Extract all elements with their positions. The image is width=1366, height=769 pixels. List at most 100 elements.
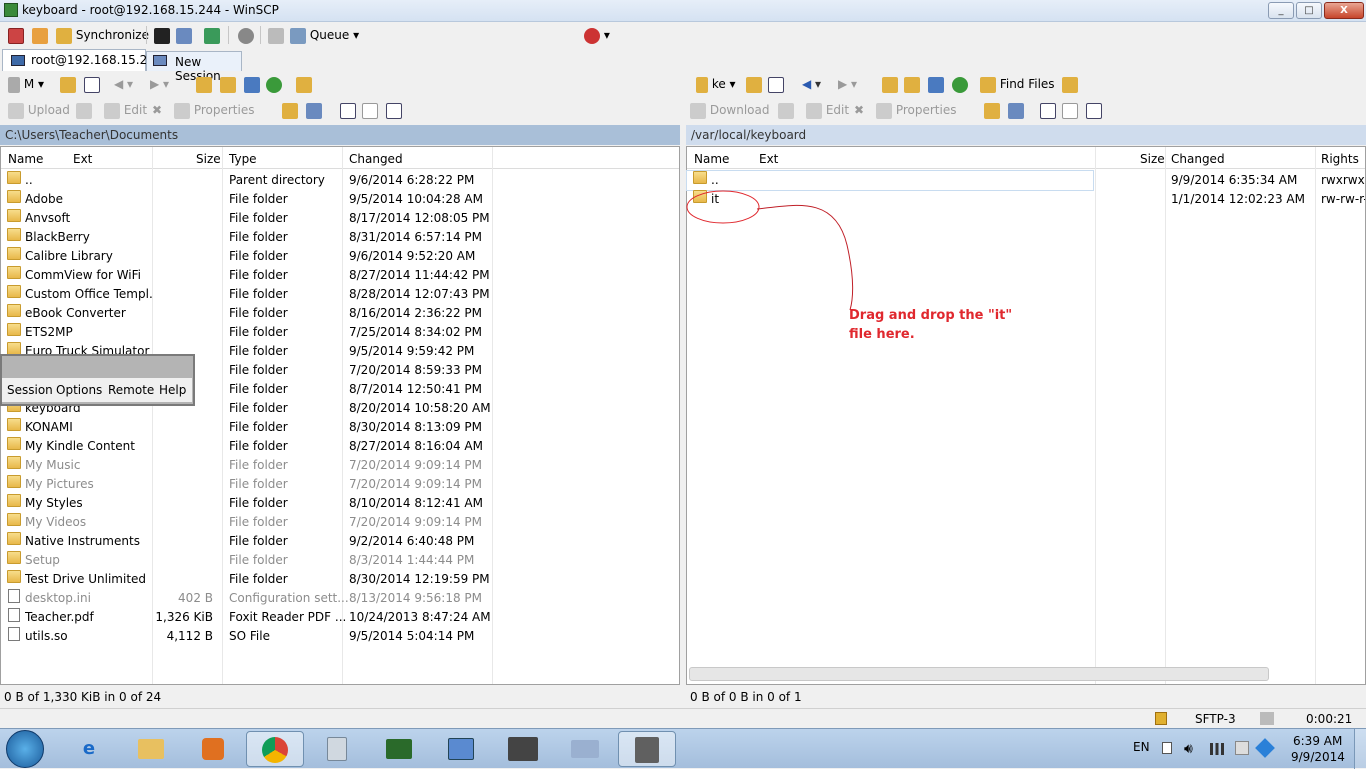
taskbar-game-icon[interactable] xyxy=(494,731,552,767)
right-col-name[interactable]: Name xyxy=(694,152,729,166)
taskbar-keyboard-icon[interactable] xyxy=(556,731,614,767)
right-col-rights[interactable]: Rights xyxy=(1321,152,1359,166)
tray-network-error-icon[interactable] xyxy=(1235,741,1249,755)
left-file-row[interactable]: utils.so 4,112 B SO File 9/5/2014 5:04:14 P… xyxy=(1,627,679,646)
right-delete-icon[interactable]: ✖ xyxy=(854,100,864,120)
left-file-row[interactable]: BlackBerry File folder 8/31/2014 6:57:14 P… xyxy=(1,228,679,247)
taskbar-winscp-icon[interactable] xyxy=(618,731,676,767)
right-horizontal-scrollbar[interactable] xyxy=(689,667,1269,681)
left-file-row[interactable]: Custom Office Templ... File folder 8/28/20… xyxy=(1,285,679,304)
left-select-icon[interactable] xyxy=(340,100,356,120)
right-tree-icon[interactable] xyxy=(1062,74,1078,94)
taskbar-ie-icon[interactable]: e xyxy=(60,731,118,767)
taskbar-media-player-icon[interactable] xyxy=(184,731,242,767)
left-col-size[interactable]: Size xyxy=(196,152,221,166)
left-file-row[interactable]: My Music File folder 7/20/2014 9:09:14 PM xyxy=(1,456,679,475)
tab-root-session[interactable]: root@192.168.15.244 xyxy=(2,49,162,71)
tool-compare-icon[interactable] xyxy=(32,25,48,45)
right-col-size[interactable]: Size xyxy=(1140,152,1165,166)
console-icon[interactable] xyxy=(154,25,170,45)
tray-clock-time[interactable]: 6:39 AM xyxy=(1293,734,1342,748)
right-properties-button[interactable]: Properties xyxy=(876,100,956,120)
queue-button[interactable]: Queue ▾ xyxy=(290,25,359,45)
left-delete-icon[interactable]: ✖ xyxy=(152,100,162,120)
left-filter-icon[interactable] xyxy=(84,74,100,94)
left-new-file-icon[interactable] xyxy=(306,100,322,120)
right-back-icon[interactable]: ◀ ▾ xyxy=(802,74,821,94)
menu-options[interactable]: Options xyxy=(56,383,102,397)
left-file-row[interactable]: Anvsoft File folder 8/17/2014 12:08:05 PM xyxy=(1,209,679,228)
right-filter-select-icon[interactable] xyxy=(1086,100,1102,120)
left-drive-select[interactable]: M ▾ xyxy=(8,74,44,94)
minimize-button[interactable]: _ xyxy=(1268,2,1294,19)
right-new-folder-icon[interactable] xyxy=(984,100,1000,120)
menu-session[interactable]: Session xyxy=(7,383,53,397)
taskbar-explorer-icon[interactable] xyxy=(122,731,180,767)
left-file-row[interactable]: My Kindle Content File folder 8/27/2014 8:… xyxy=(1,437,679,456)
left-open-folder-icon[interactable] xyxy=(60,74,76,94)
left-file-row[interactable]: My Pictures File folder 7/20/2014 9:09:14 … xyxy=(1,475,679,494)
left-properties-button[interactable]: Properties xyxy=(174,100,254,120)
taskbar-window-icon[interactable] xyxy=(432,731,490,767)
close-button[interactable]: X xyxy=(1324,2,1364,19)
right-parent-dir-icon[interactable] xyxy=(882,74,898,94)
putty-icon[interactable] xyxy=(176,25,192,45)
right-home-icon[interactable] xyxy=(928,74,944,94)
tray-volume-icon[interactable]: 🔊︎ xyxy=(1184,741,1193,757)
left-edit-button[interactable]: Edit xyxy=(104,100,147,120)
right-refresh-icon[interactable] xyxy=(952,74,968,94)
right-forward-icon[interactable]: ▶ ▾ xyxy=(838,74,857,94)
upload-button[interactable]: Upload xyxy=(8,100,70,120)
left-file-row[interactable]: desktop.ini 402 B Configuration sett... 8/1… xyxy=(1,589,679,608)
right-col-ext[interactable]: Ext xyxy=(759,152,778,166)
left-file-row[interactable]: My Styles File folder 8/10/2014 8:12:41 AM xyxy=(1,494,679,513)
right-select-icon[interactable] xyxy=(1040,100,1056,120)
left-tree-icon[interactable] xyxy=(296,74,312,94)
left-home-icon[interactable] xyxy=(244,74,260,94)
left-file-row[interactable]: .. Parent directory 9/6/2014 6:28:22 PM xyxy=(1,171,679,190)
tool-grid-icon[interactable] xyxy=(8,25,24,45)
refresh-transfer-icon[interactable] xyxy=(204,25,220,45)
menu-help[interactable]: Help xyxy=(159,383,186,397)
left-file-row[interactable]: Adobe File folder 9/5/2014 10:04:28 AM xyxy=(1,190,679,209)
left-file-row[interactable]: Test Drive Unlimited File folder 8/30/2014… xyxy=(1,570,679,589)
left-path-bar[interactable]: C:\Users\Teacher\Documents xyxy=(0,125,680,145)
left-new-folder-icon[interactable] xyxy=(282,100,298,120)
left-file-row[interactable]: CommView for WiFi File folder 8/27/2014 11… xyxy=(1,266,679,285)
left-root-dir-icon[interactable] xyxy=(220,74,236,94)
left-file-row[interactable]: Native Instruments File folder 9/2/2014 6:… xyxy=(1,532,679,551)
left-unselect-icon[interactable] xyxy=(362,100,378,120)
left-col-changed[interactable]: Changed xyxy=(349,152,403,166)
right-root-dir-icon[interactable] xyxy=(904,74,920,94)
left-col-ext[interactable]: Ext xyxy=(73,152,92,166)
find-files-button[interactable]: Find Files xyxy=(980,74,1055,94)
maximize-button[interactable]: □ xyxy=(1296,2,1322,19)
right-unselect-icon[interactable] xyxy=(1062,100,1078,120)
menu-remote[interactable]: Remote xyxy=(108,383,154,397)
left-file-row[interactable]: Teacher.pdf 1,326 KiB Foxit Reader PDF ...… xyxy=(1,608,679,627)
tray-clock-date[interactable]: 9/9/2014 xyxy=(1291,750,1345,764)
left-file-row[interactable]: ETS2MP File folder 7/25/2014 8:34:02 PM xyxy=(1,323,679,342)
left-file-row[interactable]: KONAMI File folder 8/30/2014 8:13:09 PM xyxy=(1,418,679,437)
left-forward-icon[interactable]: ▶ ▾ xyxy=(150,74,169,94)
left-file-row[interactable]: Calibre Library File folder 9/6/2014 9:52:… xyxy=(1,247,679,266)
transfer-settings-icon[interactable]: ▾ xyxy=(584,25,610,45)
right-col-changed[interactable]: Changed xyxy=(1171,152,1225,166)
right-drive-select[interactable]: ke ▾ xyxy=(696,74,736,94)
left-file-row[interactable]: eBook Converter File folder 8/16/2014 2:36… xyxy=(1,304,679,323)
taskbar-chrome-icon[interactable] xyxy=(246,731,304,767)
preferences-gear-icon[interactable] xyxy=(238,25,254,45)
left-file-row[interactable]: Setup File folder 8/3/2014 1:44:44 PM xyxy=(1,551,679,570)
right-open-folder-icon[interactable] xyxy=(746,74,762,94)
clipboard-icon[interactable] xyxy=(268,25,284,45)
tray-language[interactable]: EN xyxy=(1133,740,1150,754)
left-upload-extra-icon[interactable] xyxy=(76,100,92,120)
right-edit-button[interactable]: Edit xyxy=(806,100,849,120)
taskbar-network-monitor-icon[interactable] xyxy=(370,731,428,767)
tray-signal-icon[interactable] xyxy=(1210,743,1224,755)
left-col-type[interactable]: Type xyxy=(229,152,257,166)
left-parent-dir-icon[interactable] xyxy=(196,74,212,94)
start-button[interactable] xyxy=(6,730,44,768)
left-refresh-icon[interactable] xyxy=(266,74,282,94)
tray-flag-icon[interactable] xyxy=(1162,742,1172,754)
